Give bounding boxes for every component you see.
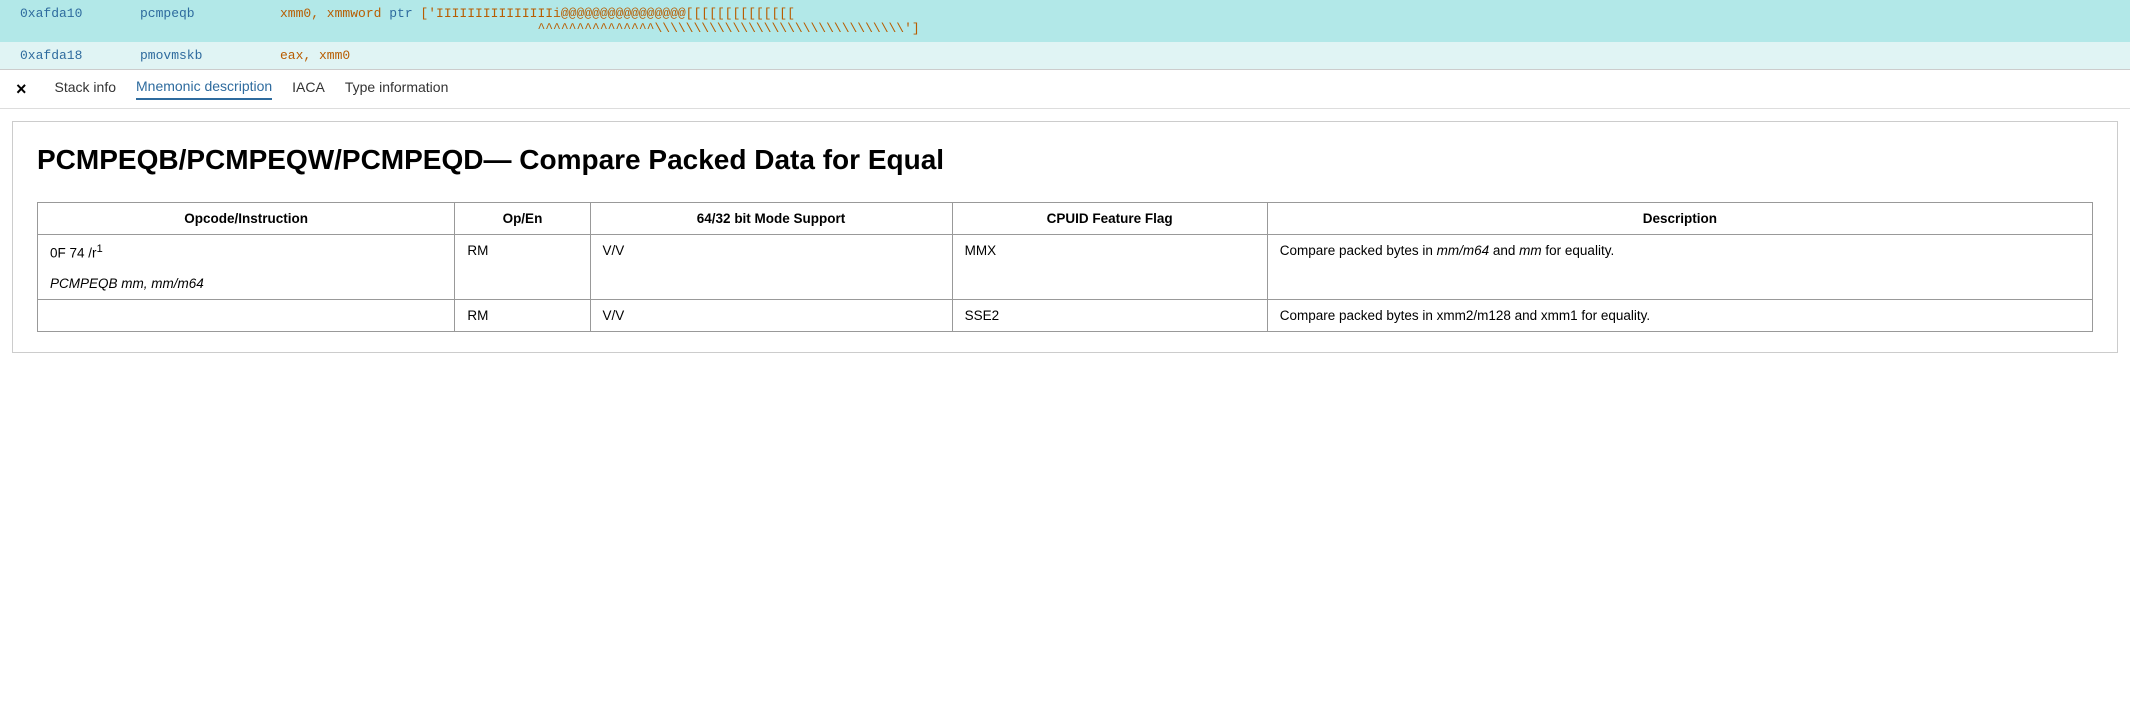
col-description-header: Description [1267, 203, 2092, 235]
instruction-line-1: PCMPEQB mm, mm/m64 [50, 276, 442, 291]
tab-type-information[interactable]: Type information [345, 79, 449, 99]
tab-iaca[interactable]: IACA [292, 79, 325, 99]
code-ptr-keyword: ptr [389, 6, 412, 21]
code-address-1: 0xafda10 [20, 6, 140, 21]
code-operands-2: eax, xmm0 [280, 48, 350, 63]
table-cell-mode-1: V/V [590, 235, 952, 300]
table-cell-mode-2: V/V [590, 299, 952, 331]
table-cell-desc-2: Compare packed bytes in xmm2/m128 and xm… [1267, 299, 2092, 331]
col-open-en-header: Op/En [455, 203, 590, 235]
tab-bar: × Stack info Mnemonic description IACA T… [0, 70, 2130, 109]
instruction-table: Opcode/Instruction Op/En 64/32 bit Mode … [37, 202, 2093, 332]
table-row: RM V/V SSE2 Compare packed bytes in xmm2… [38, 299, 2093, 331]
table-cell-open-en-2: RM [455, 299, 590, 331]
code-operands-1: xmm0, xmmword ptr ['IIIIIIIIIIIIIIIi@@@@… [280, 6, 920, 36]
col-mode-support-header: 64/32 bit Mode Support [590, 203, 952, 235]
table-cell-cpuid-1: MMX [952, 235, 1267, 300]
code-row-2: 0xafda18 pmovmskb eax, xmm0 [0, 42, 2130, 69]
main-content: PCMPEQB/PCMPEQW/PCMPEQD— Compare Packed … [12, 121, 2118, 353]
close-button[interactable]: × [16, 79, 27, 100]
code-address-2: 0xafda18 [20, 48, 140, 63]
table-row: 0F 74 /r1 PCMPEQB mm, mm/m64 RM V/V MMX … [38, 235, 2093, 300]
opcode-line-1: 0F 74 /r1 [50, 243, 442, 261]
code-row-1: 0xafda10 pcmpeqb xmm0, xmmword ptr ['III… [0, 0, 2130, 42]
tab-stack-info[interactable]: Stack info [55, 79, 116, 99]
table-cell-opcode-2 [38, 299, 455, 331]
col-opcode-header: Opcode/Instruction [38, 203, 455, 235]
table-cell-cpuid-2: SSE2 [952, 299, 1267, 331]
table-cell-opcode-1: 0F 74 /r1 PCMPEQB mm, mm/m64 [38, 235, 455, 300]
table-cell-desc-1: Compare packed bytes in mm/m64 and mm fo… [1267, 235, 2092, 300]
col-cpuid-header: CPUID Feature Flag [952, 203, 1267, 235]
table-cell-open-en-1: RM [455, 235, 590, 300]
code-area: 0xafda10 pcmpeqb xmm0, xmmword ptr ['III… [0, 0, 2130, 70]
code-mnemonic-2: pmovmskb [140, 48, 280, 63]
table-header-row: Opcode/Instruction Op/En 64/32 bit Mode … [38, 203, 2093, 235]
tab-mnemonic-description[interactable]: Mnemonic description [136, 78, 272, 100]
code-mnemonic-1: pcmpeqb [140, 6, 280, 21]
code-ops-text-1a: xmm0, xmmword [280, 6, 389, 21]
doc-title: PCMPEQB/PCMPEQW/PCMPEQD— Compare Packed … [37, 142, 2093, 178]
